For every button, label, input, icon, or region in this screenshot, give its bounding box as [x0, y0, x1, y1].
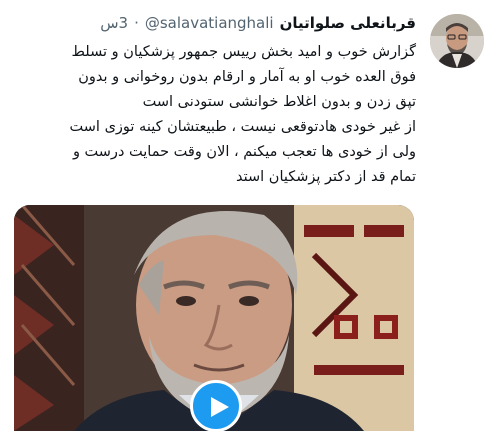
tweet-text: گزارش خوب و امید بخش رییس جمهور پزشکیان … — [16, 40, 416, 190]
tweet-line: ولی از خودی ها تعجب میکنم ، الان وقت حما… — [72, 144, 416, 160]
author-name[interactable]: قربانعلی صلواتیان — [280, 14, 416, 32]
play-button[interactable] — [190, 380, 242, 432]
author-handle[interactable]: @salavatianghali — [145, 14, 274, 32]
avatar[interactable] — [430, 14, 484, 68]
play-icon — [211, 397, 229, 417]
tweet-line: تمام قد از دکتر پزشکیان استد — [236, 169, 416, 185]
separator-dot: · — [134, 14, 139, 32]
tweet-line: از غیر خودی هادتوقعی نیست ، طبیعتشان کین… — [69, 119, 416, 135]
tweet-header: قربانعلی صلواتیان @salavatianghali · 3س — [100, 14, 416, 32]
tweet-time[interactable]: 3س — [100, 14, 128, 32]
tweet-line: تپق زدن و بدون اغلاط خوانشی ستودنی است — [142, 94, 416, 110]
tweet-card[interactable]: قربانعلی صلواتیان @salavatianghali · 3س … — [0, 0, 500, 432]
tweet-line: گزارش خوب و امید بخش رییس جمهور پزشکیان … — [71, 44, 416, 60]
tweet-line: فوق العده خوب او به آمار و ارقام بدون رو… — [78, 69, 416, 85]
